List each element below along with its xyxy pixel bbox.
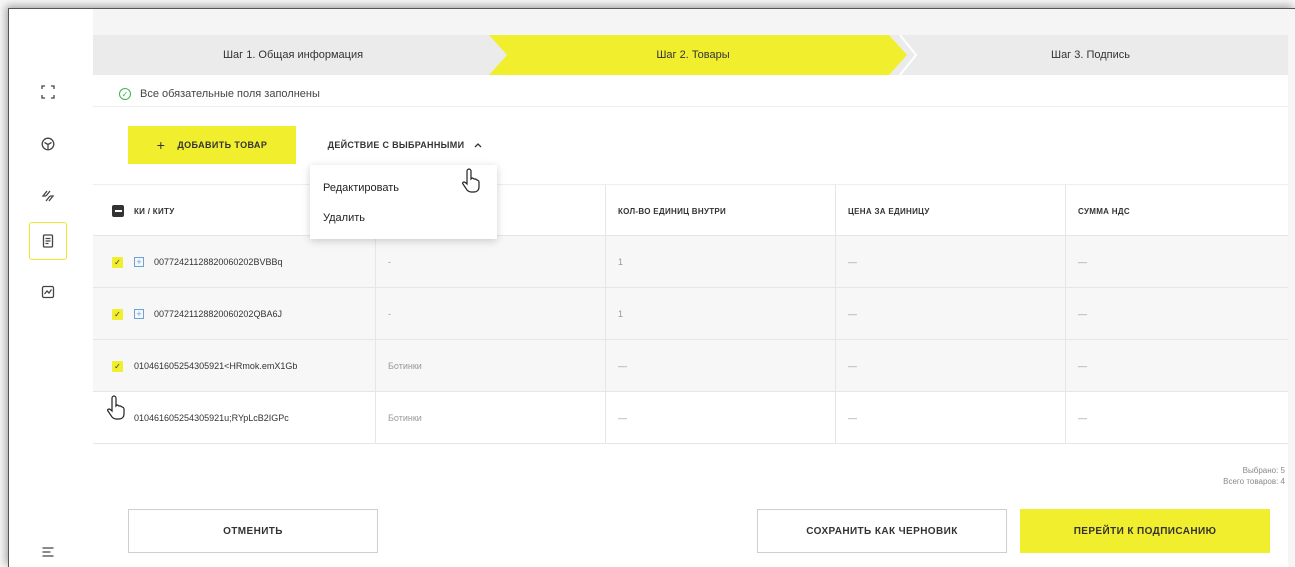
row-vat: — [1078, 257, 1087, 267]
row-code: 010461605254305921<HRmok.emX1Gb [134, 361, 298, 371]
row-qty: — [618, 413, 627, 423]
header-vat[interactable]: СУММА НДС [1078, 185, 1130, 237]
plus-icon: + [156, 137, 166, 153]
cancel-button[interactable]: ОТМЕНИТЬ [128, 509, 378, 553]
validation-status: ✓ Все обязательные поля заполнены [119, 85, 320, 103]
chevron-up-icon [474, 140, 482, 150]
row-code: 010461605254305921u;RYpLcB2IGPc [134, 413, 289, 423]
expand-icon[interactable] [29, 73, 67, 111]
row-name: Ботинки [388, 413, 422, 423]
row-checkbox[interactable]: ✓ [112, 236, 123, 288]
header-code[interactable]: КИ / КИТУ [134, 185, 175, 237]
table-row[interactable]: ✓ + 00772421128820060202BVBBq - 1 — — [93, 236, 1288, 288]
total-count: Всего товаров: 4 [1223, 477, 1285, 486]
table-header: КИ / КИТУ КОЛ-ВО ЕДИНИЦ ВНУТРИ ЦЕНА ЗА Е… [93, 184, 1288, 237]
hand-cursor-icon [461, 168, 480, 193]
stepper: Шаг 1. Общая информация Шаг 2. Товары Ша… [93, 35, 1288, 75]
select-all-checkbox[interactable] [112, 185, 124, 237]
row-price: — [848, 361, 857, 371]
row-qty: 1 [618, 257, 624, 267]
go-to-signing-button[interactable]: ПЕРЕЙТИ К ПОДПИСАНИЮ [1020, 509, 1270, 553]
add-item-button[interactable]: + ДОБАВИТЬ ТОВАР [128, 126, 296, 164]
table-row[interactable]: ✓ 010461605254305921<HRmok.emX1Gb Ботинк… [93, 340, 1288, 392]
row-price: — [848, 413, 857, 423]
check-circle-icon: ✓ [119, 88, 131, 100]
step-general-info[interactable]: Шаг 1. Общая информация [93, 35, 493, 75]
selection-summary: Выбрано: 5 Всего товаров: 4 [1223, 465, 1285, 487]
document-icon[interactable] [29, 222, 67, 260]
row-code: 00772421128820060202QBA6J [154, 309, 282, 319]
header-qty[interactable]: КОЛ-ВО ЕДИНИЦ ВНУТРИ [618, 185, 726, 237]
row-qty: 1 [618, 309, 624, 319]
transfer-icon[interactable] [29, 177, 67, 215]
row-price: — [848, 309, 857, 319]
row-name: - [388, 257, 391, 267]
expand-row-icon[interactable]: + [134, 257, 144, 267]
row-vat: — [1078, 413, 1087, 423]
expand-row-icon[interactable]: + [134, 309, 144, 319]
menu-icon[interactable] [29, 541, 67, 563]
step-goods[interactable]: Шаг 2. Товары [493, 35, 893, 75]
table-row[interactable]: 010461605254305921u;RYpLcB2IGPc Ботинки … [93, 392, 1288, 444]
row-vat: — [1078, 361, 1087, 371]
row-checkbox[interactable]: ✓ [112, 288, 123, 340]
add-item-label: ДОБАВИТЬ ТОВАР [177, 140, 268, 150]
selected-count: Выбрано: 5 [1242, 466, 1285, 475]
chart-icon[interactable] [29, 273, 67, 311]
bulk-action-label: ДЕЙСТВИЕ С ВЫБРАННЫМИ [327, 140, 465, 150]
row-price: — [848, 257, 857, 267]
box-icon[interactable] [29, 125, 67, 163]
row-name: - [388, 309, 391, 319]
validation-text: Все обязательные поля заполнены [140, 88, 320, 100]
row-code: 00772421128820060202BVBBq [154, 257, 283, 267]
row-vat: — [1078, 309, 1087, 319]
menu-item-delete[interactable]: Удалить [310, 203, 497, 233]
divider [93, 106, 1288, 107]
row-checkbox[interactable]: ✓ [112, 340, 123, 392]
table-row[interactable]: ✓ + 00772421128820060202QBA6J - 1 — — [93, 288, 1288, 340]
step-signature[interactable]: Шаг 3. Подпись [893, 35, 1288, 75]
main-content: Шаг 1. Общая информация Шаг 2. Товары Ша… [93, 9, 1295, 567]
row-qty: — [618, 361, 627, 371]
row-name: Ботинки [388, 361, 422, 371]
bulk-action-button[interactable]: ДЕЙСТВИЕ С ВЫБРАННЫМИ [311, 126, 499, 164]
save-draft-button[interactable]: СОХРАНИТЬ КАК ЧЕРНОВИК [757, 509, 1007, 553]
hand-cursor-icon [106, 395, 125, 420]
sidebar [9, 9, 89, 567]
header-price[interactable]: ЦЕНА ЗА ЕДИНИЦУ [848, 185, 930, 237]
app-window: Шаг 1. Общая информация Шаг 2. Товары Ша… [8, 8, 1295, 567]
